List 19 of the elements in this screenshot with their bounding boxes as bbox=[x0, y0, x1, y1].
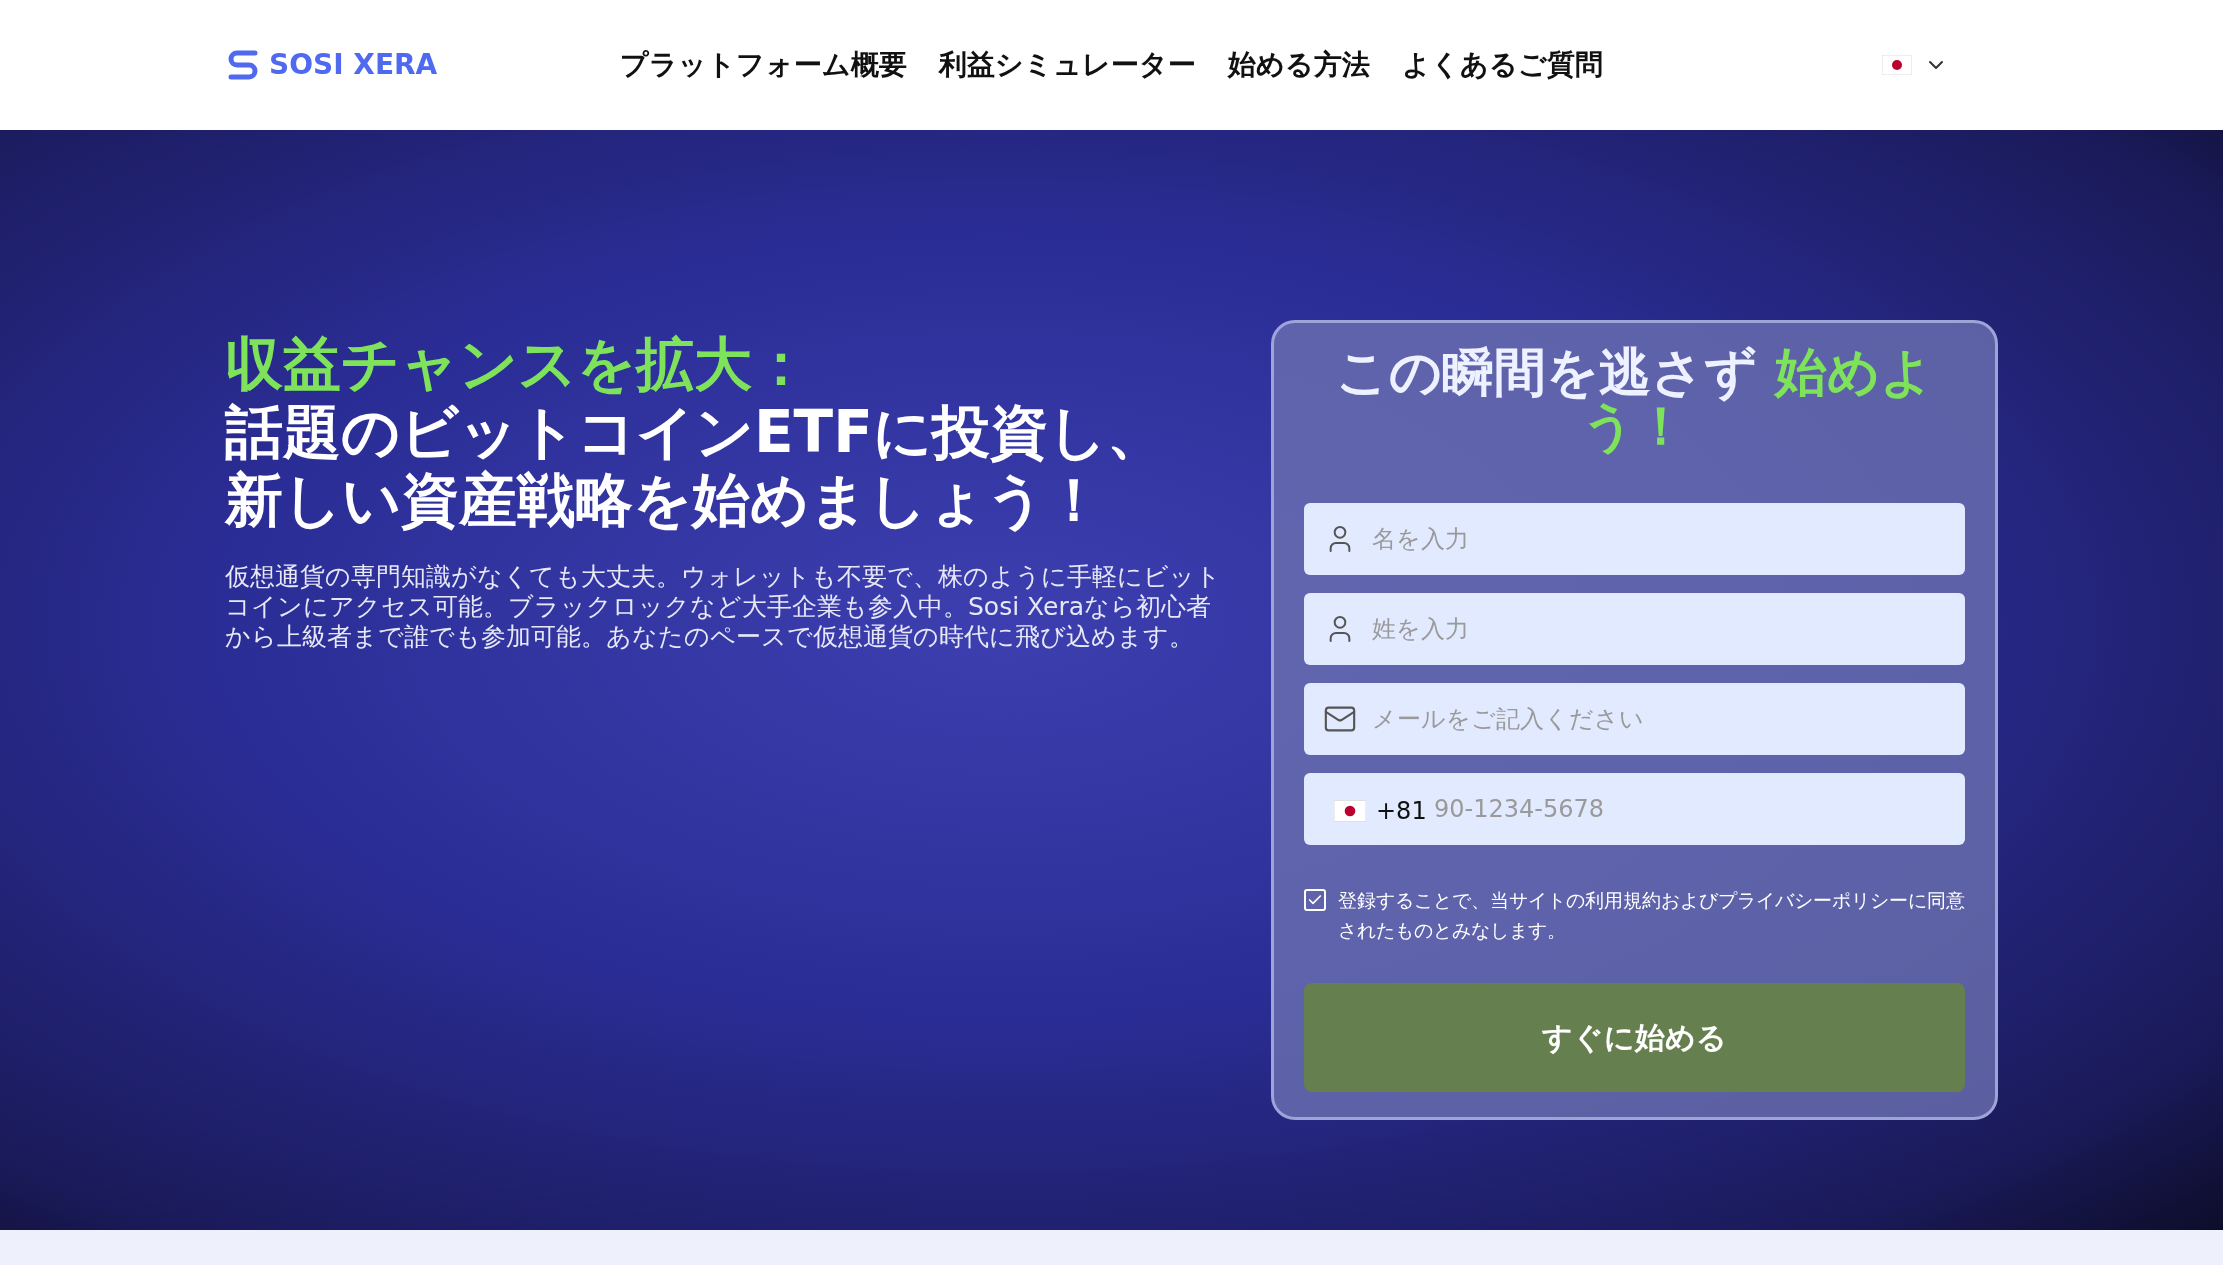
flag-icon bbox=[1334, 800, 1366, 822]
name-field[interactable]: 姓を入力 bbox=[1304, 593, 1965, 665]
consent-checkbox[interactable] bbox=[1304, 889, 1326, 911]
flag-icon bbox=[1882, 55, 1912, 75]
consent-text: 登録することで、当サイトの利用規約およびプライバシーポリシーに同意されたものとみなします。 bbox=[1338, 888, 1965, 943]
email-field[interactable]: メールをご記入ください bbox=[1304, 683, 1965, 755]
nav-link[interactable]: 始める方法 bbox=[1228, 44, 1370, 86]
headline-text: 話題のビットコインETFに投資し、 bbox=[225, 398, 1165, 466]
hero-description: 仮想通貨の専門知識がなくても大丈夫。ウォレットも不要で、株のように手軽にビットコインにアクセス可能。ブラックロックなど大手企業も参入中。Sosi Xeraなら初心者から上級者まで誰でも参加可能。あなたのペースで仮想通貨の時代に飛び込めます。 bbox=[225, 562, 1221, 652]
name-field[interactable]: 名を入力 bbox=[1304, 503, 1965, 575]
headline-text: 新しい資産戦略を始めましょう！ bbox=[225, 466, 1103, 534]
nav-link[interactable]: よくあるご質問 bbox=[1402, 44, 1603, 86]
headline-accent: 収益チャンスを拡大： bbox=[225, 330, 810, 398]
start-button[interactable]: すぐに始める bbox=[1304, 983, 1965, 1092]
card-title: この瞬間を逃さず 始めよう！ bbox=[1334, 345, 1935, 453]
country-code[interactable]: +81 bbox=[1376, 793, 1427, 829]
logo-text[interactable]: SOSI XERA bbox=[269, 44, 438, 86]
nav-link[interactable]: 利益シミュレーター bbox=[939, 44, 1196, 86]
nav-link[interactable]: プラットフォーム概要 bbox=[620, 44, 907, 86]
